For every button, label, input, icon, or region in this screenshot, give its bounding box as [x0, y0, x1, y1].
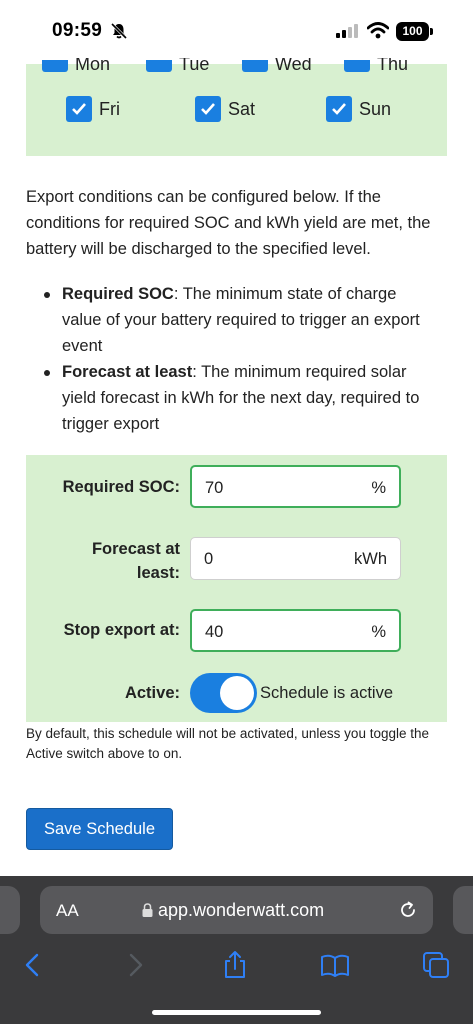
day-label: Tue — [179, 58, 210, 70]
bullet-term: Required SOC — [62, 285, 174, 303]
forecast-unit: kWh — [354, 550, 387, 568]
day-thu[interactable]: Thu — [344, 50, 408, 72]
forward-icon[interactable] — [120, 950, 150, 980]
check-icon — [201, 103, 215, 115]
forecast-label-line2: least: — [136, 564, 180, 582]
days-panel: Mon Tue Wed Thu Fri Sat Sun — [26, 58, 447, 156]
day-mon[interactable]: Mon — [42, 50, 110, 72]
checkbox-thu[interactable] — [344, 60, 370, 72]
checkbox-wed[interactable] — [242, 60, 268, 72]
save-schedule-button[interactable]: Save Schedule — [26, 808, 173, 850]
bookmarks-icon[interactable] — [320, 950, 350, 980]
battery-nub — [430, 28, 433, 35]
signal-icon — [336, 24, 358, 38]
stop-export-value: 40 — [205, 623, 224, 641]
day-label: Sun — [359, 98, 392, 119]
bullet-term: Forecast at least — [62, 363, 193, 381]
list-item: Forecast at least: The minimum required … — [40, 359, 440, 437]
checkbox-sat[interactable] — [195, 96, 221, 122]
list-item: Required SOC: The minimum state of charg… — [40, 281, 440, 359]
active-status-text: Schedule is active — [260, 684, 393, 702]
reader-options-button[interactable]: AA — [56, 901, 79, 921]
required-soc-input[interactable]: 70 % — [190, 465, 401, 508]
address-bar[interactable]: AA app.wonderwatt.com — [40, 886, 433, 934]
day-label: Wed — [275, 58, 312, 70]
checkbox-sun[interactable] — [326, 96, 352, 122]
day-tue[interactable]: Tue — [146, 50, 209, 72]
day-fri[interactable]: Fri — [66, 96, 120, 122]
forecast-label-line1: Forecast at — [91, 540, 180, 558]
check-icon — [72, 103, 86, 115]
active-toggle[interactable] — [190, 673, 257, 713]
checkbox-fri[interactable] — [66, 96, 92, 122]
back-icon[interactable] — [18, 950, 48, 980]
day-label: Fri — [99, 98, 120, 119]
status-time: 09:59 — [52, 20, 103, 41]
reload-icon[interactable] — [398, 900, 418, 920]
day-sun[interactable]: Sun — [326, 96, 391, 122]
day-label: Mon — [75, 58, 111, 70]
checkbox-tue[interactable] — [146, 60, 172, 72]
checkbox-mon[interactable] — [42, 60, 68, 72]
share-icon[interactable] — [220, 950, 250, 980]
lock-icon — [142, 903, 153, 917]
previous-tab-edge[interactable] — [0, 886, 20, 934]
home-indicator — [152, 1010, 321, 1015]
forecast-value: 0 — [204, 550, 214, 568]
intro-text: Export conditions can be configured belo… — [26, 188, 431, 258]
tabs-icon[interactable] — [421, 950, 451, 980]
day-wed[interactable]: Wed — [242, 50, 312, 72]
day-sat[interactable]: Sat — [195, 96, 255, 122]
day-label: Thu — [377, 58, 409, 70]
battery-indicator: 100 — [396, 22, 429, 41]
check-icon — [332, 103, 346, 115]
url-text: app.wonderwatt.com — [158, 900, 325, 920]
required-soc-label: Required SOC: — [62, 478, 180, 496]
stop-export-input[interactable]: 40 % — [190, 609, 401, 652]
condition-list: Required SOC: The minimum state of charg… — [40, 281, 440, 437]
active-label: Active: — [124, 684, 180, 702]
stop-export-label: Stop export at: — [63, 621, 180, 639]
required-soc-value: 70 — [205, 479, 224, 497]
browser-toolbar: AA app.wonderwatt.com — [0, 876, 473, 1024]
stop-export-unit: % — [371, 623, 386, 641]
next-tab-edge[interactable] — [453, 886, 473, 934]
wifi-icon — [367, 22, 389, 39]
forecast-label: Forecast at least: — [92, 537, 180, 585]
bell-muted-icon — [110, 22, 128, 40]
export-conditions-form: Required SOC: 70 % Forecast at least: 0 … — [26, 455, 447, 722]
day-label: Sat — [228, 98, 256, 119]
forecast-input[interactable]: 0 kWh — [190, 537, 401, 580]
activation-note: By default, this schedule will not be ac… — [26, 726, 429, 761]
toggle-knob — [220, 676, 254, 710]
required-soc-unit: % — [371, 479, 386, 497]
